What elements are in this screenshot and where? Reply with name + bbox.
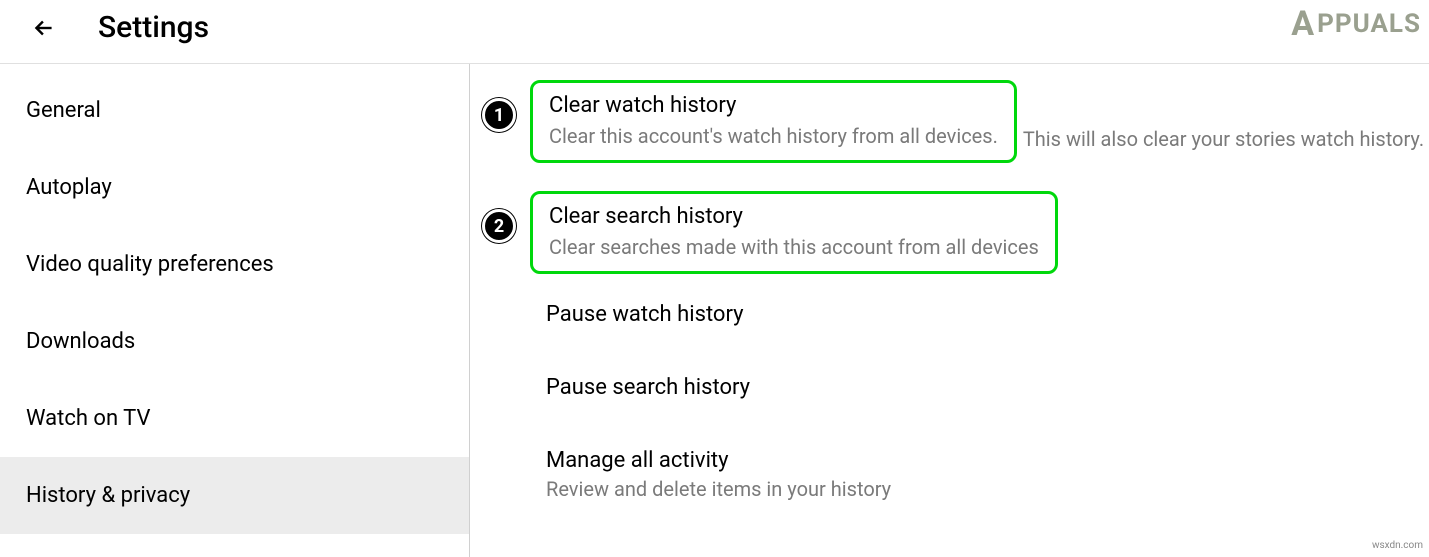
pause-watch-history-title: Pause watch history [546,302,1413,327]
sidebar-item-watch-on-tv[interactable]: Watch on TV [0,380,469,457]
back-arrow-icon[interactable] [30,14,58,42]
sidebar-item-video-quality[interactable]: Video quality preferences [0,226,469,303]
clear-watch-history-sub-boxed: Clear this account's watch history from … [549,124,998,148]
step-badge-1: 1 [482,98,516,132]
clear-watch-history-title: Clear watch history [549,93,998,118]
clear-search-history-row: 2 Clear search history Clear searches ma… [470,191,1429,274]
watermark-text: wsxdn.com [1372,540,1423,551]
page-title: Settings [98,10,209,45]
pause-watch-history-option[interactable]: Pause watch history [470,302,1429,327]
step-badge-2: 2 [482,209,516,243]
clear-search-history-sub: Clear searches made with this account fr… [549,235,1039,259]
pause-search-history-option[interactable]: Pause search history [470,375,1429,400]
logo-letter-a: A [1291,4,1315,44]
clear-watch-history-option[interactable]: Clear watch history Clear this account's… [530,80,1017,163]
logo-text: PPUALS [1317,9,1421,39]
manage-all-activity-title: Manage all activity [546,448,1413,473]
clear-search-history-option[interactable]: Clear search history Clear searches made… [530,191,1058,274]
settings-header: Settings [0,0,1429,64]
clear-watch-history-sub-rest: This will also clear your stories watch … [1023,127,1424,151]
sidebar-item-autoplay[interactable]: Autoplay [0,149,469,226]
manage-all-activity-sub: Review and delete items in your history [546,477,1413,501]
clear-watch-history-row: 1 Clear watch history Clear this account… [470,80,1429,163]
settings-sidebar: General Autoplay Video quality preferenc… [0,64,470,557]
settings-main-panel: 1 Clear watch history Clear this account… [470,64,1429,557]
manage-all-activity-option[interactable]: Manage all activity Review and delete it… [470,448,1429,501]
sidebar-item-history-privacy[interactable]: History & privacy [0,457,469,534]
sidebar-item-general[interactable]: General [0,72,469,149]
brand-logo: A PPUALS [1291,4,1421,44]
clear-search-history-title: Clear search history [549,204,1039,229]
sidebar-item-downloads[interactable]: Downloads [0,303,469,380]
pause-search-history-title: Pause search history [546,375,1413,400]
